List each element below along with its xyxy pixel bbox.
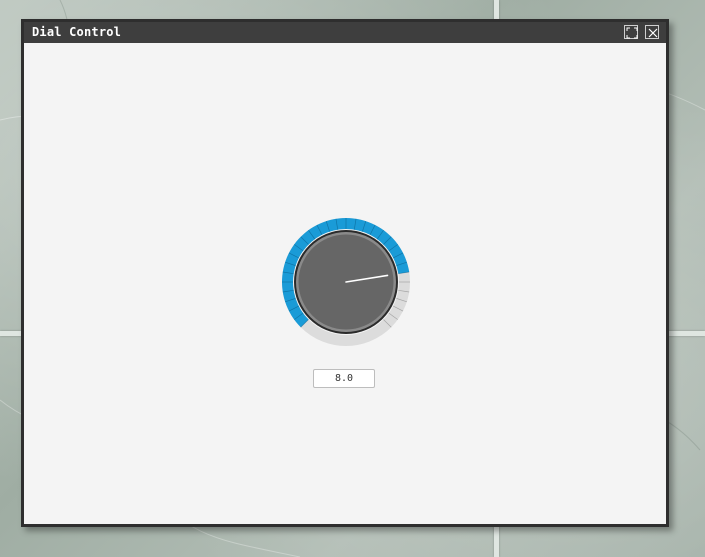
window-title: Dial Control xyxy=(32,25,122,39)
dial-control-window: Dial Control 8.0 xyxy=(21,19,669,527)
close-icon xyxy=(648,28,658,38)
maximize-icon xyxy=(626,27,638,39)
title-bar[interactable]: Dial Control xyxy=(24,22,666,43)
dial-value-field[interactable]: 8.0 xyxy=(313,369,375,388)
close-button[interactable] xyxy=(645,25,659,39)
maximize-button[interactable] xyxy=(624,25,638,39)
dial[interactable] xyxy=(279,215,413,349)
dial-graphic[interactable] xyxy=(279,215,413,349)
window-content: 8.0 xyxy=(24,43,666,524)
